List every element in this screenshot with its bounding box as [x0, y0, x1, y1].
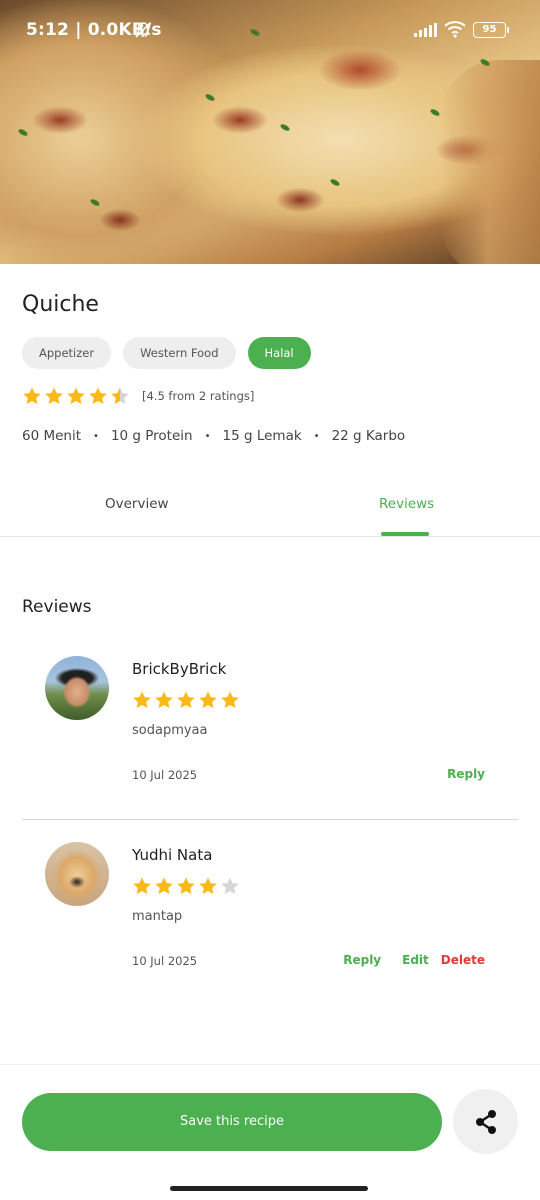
- rating-text: [4.5 from 2 ratings]: [142, 389, 255, 403]
- tab-overview[interactable]: Overview: [105, 496, 169, 512]
- review-date: 10 Jul 2025: [132, 768, 198, 782]
- tab-indicator: [381, 532, 429, 536]
- tag-chip[interactable]: Appetizer: [22, 337, 112, 369]
- bell-muted-icon: [134, 21, 152, 43]
- star-filled-icon: [23, 387, 41, 404]
- review-stars: [132, 690, 240, 710]
- star-empty-icon: [221, 877, 239, 894]
- reviewer-name: BrickByBrick: [132, 660, 227, 678]
- star-filled-icon: [89, 387, 107, 404]
- star-filled-icon: [177, 877, 195, 894]
- star-filled-icon: [221, 691, 239, 708]
- meta-fat: 15 g Lemak: [222, 428, 302, 444]
- bottom-divider: [0, 1064, 540, 1065]
- tab-bar: Overview Reviews: [0, 480, 540, 537]
- battery-icon: 95: [473, 22, 509, 38]
- review-comment: mantap: [132, 909, 183, 924]
- star-filled-icon: [133, 691, 151, 708]
- meta-separator: •: [313, 430, 320, 442]
- meta-protein: 10 g Protein: [110, 428, 193, 444]
- star-filled-icon: [67, 387, 85, 404]
- meta-duration: 60 Menit: [22, 428, 82, 444]
- save-recipe-button[interactable]: Save this recipe: [22, 1093, 442, 1151]
- star-filled-icon: [155, 877, 173, 894]
- avatar: [45, 842, 109, 906]
- status-bar: 5:12 | 0.0KB/s 95: [0, 0, 540, 60]
- edit-button[interactable]: Edit: [402, 953, 429, 967]
- home-indicator: [170, 1186, 368, 1191]
- herb-garnish: [329, 177, 341, 188]
- review-item: BrickByBrick sodapmyaa 10 Jul 2025 Reply: [22, 656, 518, 806]
- tag-chip-halal[interactable]: Halal: [247, 337, 311, 369]
- review-actions: Reply Edit Delete: [343, 953, 485, 967]
- tab-reviews[interactable]: Reviews: [379, 496, 434, 512]
- herb-garnish: [89, 197, 101, 208]
- reply-button[interactable]: Reply: [447, 767, 485, 781]
- rating-stars: [22, 386, 130, 406]
- star-filled-icon: [155, 691, 173, 708]
- hero-crust-shape: [440, 60, 540, 264]
- herb-garnish: [429, 107, 441, 118]
- review-item: Yudhi Nata mantap 10 Jul 2025 Reply Edit…: [22, 842, 518, 992]
- star-half-icon: [111, 387, 129, 404]
- meta-separator: •: [93, 430, 99, 442]
- herb-garnish: [17, 127, 29, 138]
- avatar: [45, 656, 109, 720]
- review-actions: Reply: [447, 767, 485, 781]
- recipe-meta: 60 Menit • 10 g Protein • 15 g Lemak • 2…: [22, 428, 405, 444]
- review-comment: sodapmyaa: [132, 723, 208, 738]
- review-divider: [22, 819, 518, 820]
- share-icon: [475, 1109, 496, 1134]
- signal-icon: [414, 22, 438, 41]
- star-filled-icon: [177, 691, 195, 708]
- star-filled-icon: [199, 691, 217, 708]
- star-filled-icon: [199, 877, 217, 894]
- meta-carbs: 22 g Karbo: [331, 428, 406, 444]
- recipe-title: Quiche: [22, 292, 99, 317]
- review-stars: [132, 876, 240, 896]
- reviews-heading: Reviews: [22, 597, 92, 617]
- tag-chip[interactable]: Western Food: [123, 337, 236, 369]
- star-filled-icon: [45, 387, 63, 404]
- tag-list: Appetizer Western Food Halal: [22, 337, 311, 369]
- share-button[interactable]: [453, 1089, 518, 1154]
- review-date: 10 Jul 2025: [132, 954, 198, 968]
- rating-summary: [4.5 from 2 ratings]: [22, 386, 254, 406]
- reviewer-name: Yudhi Nata: [132, 846, 213, 864]
- delete-button[interactable]: Delete: [441, 953, 485, 967]
- herb-garnish: [279, 122, 291, 133]
- reply-button[interactable]: Reply: [343, 953, 381, 967]
- star-filled-icon: [133, 877, 151, 894]
- herb-garnish: [204, 92, 216, 103]
- meta-separator: •: [204, 430, 211, 442]
- wifi-icon: [444, 20, 466, 42]
